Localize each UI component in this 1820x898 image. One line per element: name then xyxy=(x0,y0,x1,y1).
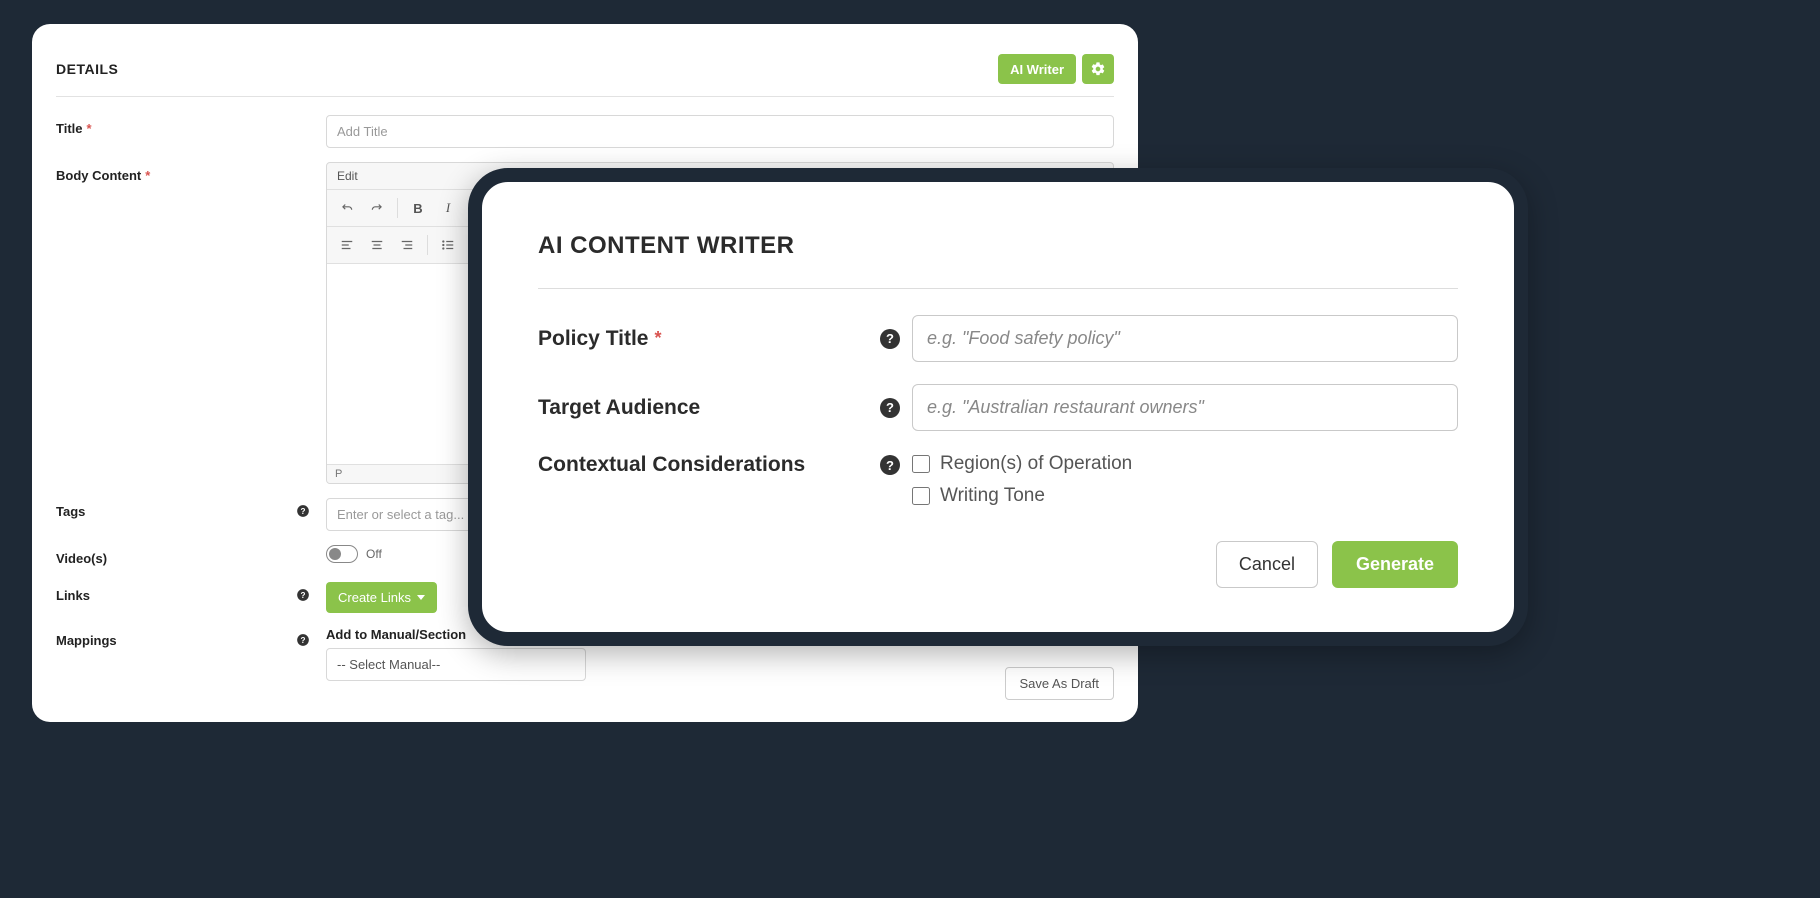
target-audience-row: Target Audience ? xyxy=(538,384,1458,431)
links-label: Links ? xyxy=(56,582,326,613)
contextual-options: Region(s) of Operation Writing Tone xyxy=(912,453,1458,507)
contextual-row: Contextual Considerations ? Region(s) of… xyxy=(538,453,1458,507)
gear-icon xyxy=(1090,61,1106,77)
italic-button[interactable]: I xyxy=(434,194,462,222)
undo-icon xyxy=(340,201,354,215)
bold-button[interactable]: B xyxy=(404,194,432,222)
toolbar-separator xyxy=(397,198,398,218)
toggle-track xyxy=(326,545,358,563)
target-audience-help[interactable]: ? xyxy=(868,398,912,418)
generate-button[interactable]: Generate xyxy=(1332,541,1458,588)
help-icon[interactable]: ? xyxy=(296,633,310,650)
title-label: Title * xyxy=(56,115,326,148)
contextual-label: Contextual Considerations xyxy=(538,453,868,477)
target-audience-input[interactable] xyxy=(912,384,1458,431)
mappings-label: Mappings ? xyxy=(56,627,326,681)
tags-label: Tags ? xyxy=(56,498,326,531)
contextual-help[interactable]: ? xyxy=(868,453,912,475)
manual-select[interactable]: -- Select Manual-- xyxy=(326,648,586,681)
tone-checkbox[interactable] xyxy=(912,487,930,505)
target-audience-label: Target Audience xyxy=(538,396,868,420)
redo-button[interactable] xyxy=(363,194,391,222)
align-center-icon xyxy=(370,238,384,252)
policy-title-input[interactable] xyxy=(912,315,1458,362)
toggle-state-label: Off xyxy=(366,547,382,561)
tags-label-text: Tags xyxy=(56,504,85,519)
ai-writer-button[interactable]: AI Writer xyxy=(998,54,1076,84)
list-icon xyxy=(441,238,455,252)
ai-modal-actions: Cancel Generate xyxy=(538,541,1458,588)
bullet-list-button[interactable] xyxy=(434,231,462,259)
tone-label: Writing Tone xyxy=(940,485,1045,507)
create-links-text: Create Links xyxy=(338,590,411,605)
mappings-label-text: Mappings xyxy=(56,633,117,648)
caret-down-icon xyxy=(417,595,425,600)
redo-icon xyxy=(370,201,384,215)
save-draft-wrap: Save As Draft xyxy=(1005,667,1114,700)
regions-checkbox-row[interactable]: Region(s) of Operation xyxy=(912,453,1458,475)
required-indicator: * xyxy=(655,328,662,349)
align-right-button[interactable] xyxy=(393,231,421,259)
create-links-button[interactable]: Create Links xyxy=(326,582,437,613)
tone-checkbox-row[interactable]: Writing Tone xyxy=(912,485,1458,507)
links-label-text: Links xyxy=(56,588,90,603)
help-icon[interactable]: ? xyxy=(296,588,310,605)
toggle-thumb xyxy=(329,548,341,560)
align-left-button[interactable] xyxy=(333,231,361,259)
title-input[interactable] xyxy=(326,115,1114,148)
body-content-label-text: Body Content xyxy=(56,168,141,183)
videos-label-text: Video(s) xyxy=(56,551,107,566)
title-label-text: Title xyxy=(56,121,83,136)
details-header: DETAILS AI Writer xyxy=(56,54,1114,97)
ai-modal-title: AI CONTENT WRITER xyxy=(538,232,1458,289)
align-left-icon xyxy=(340,238,354,252)
svg-text:?: ? xyxy=(301,591,306,600)
save-as-draft-button[interactable]: Save As Draft xyxy=(1005,667,1114,700)
question-circle-icon: ? xyxy=(296,504,310,518)
question-circle-icon: ? xyxy=(880,329,900,349)
ai-content-writer-modal: AI CONTENT WRITER Policy Title * ? Targe… xyxy=(468,168,1528,646)
videos-toggle[interactable]: Off xyxy=(326,545,382,563)
required-indicator: * xyxy=(87,121,92,136)
undo-button[interactable] xyxy=(333,194,361,222)
policy-title-label-text: Policy Title xyxy=(538,327,649,351)
question-circle-icon: ? xyxy=(296,588,310,602)
svg-text:?: ? xyxy=(301,507,306,516)
policy-title-row: Policy Title * ? xyxy=(538,315,1458,362)
videos-label: Video(s) xyxy=(56,545,326,568)
policy-title-help[interactable]: ? xyxy=(868,329,912,349)
question-circle-icon: ? xyxy=(880,455,900,475)
body-content-label: Body Content * xyxy=(56,162,326,484)
title-row: Title * xyxy=(56,115,1114,148)
question-circle-icon: ? xyxy=(296,633,310,647)
cancel-button[interactable]: Cancel xyxy=(1216,541,1318,588)
regions-label: Region(s) of Operation xyxy=(940,453,1132,475)
help-icon[interactable]: ? xyxy=(296,504,310,521)
align-center-button[interactable] xyxy=(363,231,391,259)
question-circle-icon: ? xyxy=(880,398,900,418)
settings-button[interactable] xyxy=(1082,54,1114,84)
policy-title-label: Policy Title * xyxy=(538,327,868,351)
svg-text:?: ? xyxy=(301,636,306,645)
regions-checkbox[interactable] xyxy=(912,455,930,473)
header-actions: AI Writer xyxy=(998,54,1114,84)
toolbar-separator xyxy=(427,235,428,255)
section-title: DETAILS xyxy=(56,61,118,77)
align-right-icon xyxy=(400,238,414,252)
required-indicator: * xyxy=(145,168,150,183)
